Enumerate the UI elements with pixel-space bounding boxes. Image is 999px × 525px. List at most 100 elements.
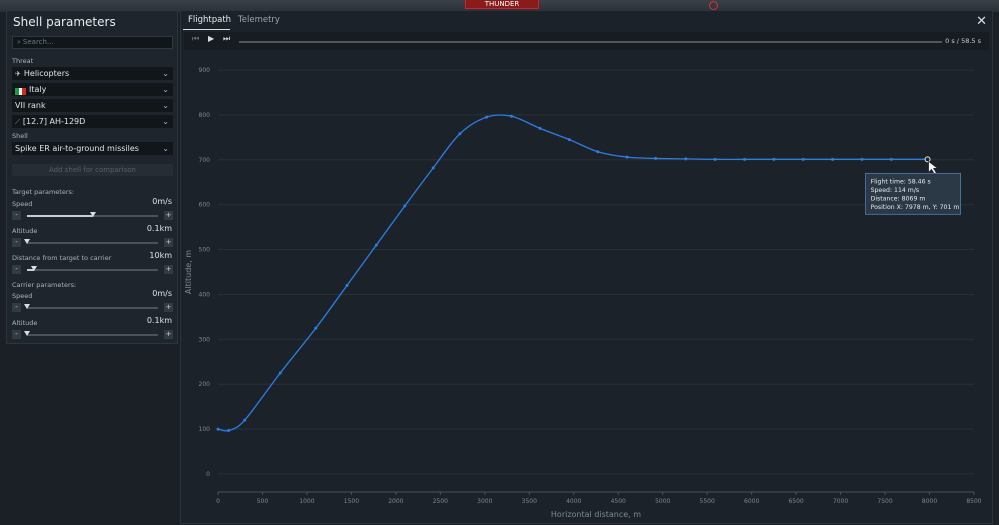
- search-input[interactable]: ⌕ Search...: [12, 36, 173, 49]
- trajectory-point: [684, 157, 688, 161]
- decrease-button[interactable]: -: [12, 211, 21, 220]
- slider-track[interactable]: [24, 304, 158, 309]
- trajectory-end-point: [924, 156, 931, 163]
- tooltip-line: Flight time: 58.46 s: [871, 178, 931, 185]
- y-tick-label: 600: [199, 202, 211, 209]
- search-icon: ⌕: [17, 38, 21, 46]
- y-tick-label: 400: [199, 291, 211, 298]
- distance-label: Distance from target to carrier: [12, 254, 112, 262]
- x-tick-label: 2000: [388, 498, 403, 505]
- x-tick-label: 8000: [922, 498, 937, 505]
- x-tick-label: 1500: [344, 498, 359, 505]
- chevron-down-icon: ⌄: [162, 101, 169, 110]
- slider-thumb[interactable]: [24, 304, 30, 309]
- vehicle-select[interactable]: ⟋ [12.7] AH-129D ⌄: [12, 115, 173, 128]
- trajectory-point: [278, 371, 282, 375]
- x-tick-label: 6000: [744, 498, 759, 505]
- active-tab-indicator: [183, 29, 230, 30]
- helicopter-icon: ✈: [15, 70, 21, 78]
- power-icon[interactable]: [709, 1, 718, 10]
- decrease-button[interactable]: -: [12, 330, 21, 339]
- flightpath-chart: 0 100 200 300 400 500 600 700 800 900 0 500 1000 1500…: [184, 67, 982, 519]
- trajectory-point: [713, 157, 717, 161]
- trajectory-point: [485, 115, 489, 119]
- decrease-button[interactable]: -: [12, 265, 21, 274]
- tab-flightpath[interactable]: Flightpath: [188, 15, 231, 25]
- x-tick-label: 0: [216, 498, 220, 505]
- increase-button[interactable]: +: [164, 303, 173, 312]
- add-shell-button[interactable]: Add shell for comparison: [12, 164, 173, 176]
- trajectory-point: [403, 204, 407, 208]
- target-speed-slider[interactable]: - +: [12, 211, 173, 221]
- slider-thumb[interactable]: [24, 239, 30, 244]
- threat-type-select[interactable]: ✈ Helicopters ⌄: [12, 67, 173, 80]
- target-altitude-value: 0.1km: [146, 224, 172, 233]
- mouse-cursor-icon: [928, 160, 939, 175]
- shell-select[interactable]: Spike ER air-to-ground missiles ⌄: [12, 142, 173, 155]
- slider-thumb[interactable]: [30, 266, 37, 271]
- trajectory-point: [860, 157, 864, 161]
- trajectory-line: [217, 114, 928, 432]
- threat-type-value: Helicopters: [23, 69, 70, 78]
- trajectory-point: [625, 155, 629, 159]
- increase-button[interactable]: +: [164, 238, 173, 247]
- tab-telemetry[interactable]: Telemetry: [238, 15, 280, 25]
- trajectory-point: [227, 428, 231, 432]
- country-select[interactable]: Italy ⌄: [12, 83, 173, 96]
- slider-thumb[interactable]: [89, 212, 96, 217]
- carrier-speed-slider[interactable]: - +: [12, 303, 173, 313]
- increase-button[interactable]: +: [164, 211, 173, 220]
- y-tick-label: 900: [199, 67, 211, 74]
- slider-track[interactable]: [27, 266, 158, 271]
- decrease-button[interactable]: -: [12, 303, 21, 312]
- carrier-speed-label: Speed: [12, 292, 33, 300]
- y-tick-label: 500: [199, 247, 211, 254]
- timeline-scrubber[interactable]: [239, 41, 942, 43]
- x-tick-label: 6500: [788, 498, 803, 505]
- trajectory-point: [243, 418, 247, 422]
- skip-back-icon[interactable]: ⏮: [192, 34, 199, 44]
- carrier-altitude-value: 0.1km: [146, 316, 172, 325]
- close-icon[interactable]: ✕: [976, 14, 987, 29]
- x-tick-label: 3000: [477, 498, 492, 505]
- trajectory-point: [831, 157, 835, 161]
- decrease-button[interactable]: -: [12, 238, 21, 247]
- rank-select[interactable]: VII rank ⌄: [12, 99, 173, 112]
- panel-title: Shell parameters: [13, 15, 116, 29]
- tab-bar: Flightpath Telemetry ✕: [181, 11, 992, 30]
- trajectory-point: [216, 427, 220, 431]
- play-icon[interactable]: ▶: [208, 34, 214, 43]
- flightpath-panel: Flightpath Telemetry ✕ ⏮ ▶ ⏭ 0 s / 58.5 …: [180, 10, 993, 524]
- increase-button[interactable]: +: [164, 330, 173, 339]
- trajectory-point: [510, 114, 514, 118]
- trajectory-point: [345, 283, 349, 287]
- slider-thumb[interactable]: [24, 331, 30, 336]
- target-altitude-slider[interactable]: - +: [12, 238, 173, 248]
- skip-forward-icon[interactable]: ⏭: [223, 34, 230, 44]
- y-tick-label: 100: [199, 426, 211, 433]
- tooltip-line: Distance: 8069 m: [871, 195, 926, 202]
- search-placeholder: Search...: [22, 38, 54, 46]
- carrier-params-label: Carrier parameters:: [12, 281, 77, 289]
- target-speed-label: Speed: [12, 200, 33, 208]
- increase-button[interactable]: +: [164, 265, 173, 274]
- carrier-altitude-slider[interactable]: - +: [12, 330, 173, 340]
- vehicle-value: [12.7] AH-129D: [22, 117, 86, 126]
- slider-track[interactable]: [24, 239, 158, 244]
- tooltip-line: Speed: 114 m/s: [871, 187, 920, 194]
- distance-value: 10km: [149, 251, 172, 260]
- x-tick-label: 1000: [299, 498, 314, 505]
- x-tick-label: 4500: [611, 498, 626, 505]
- slider-fill: [27, 215, 93, 217]
- carrier-altitude-label: Altitude: [12, 319, 38, 327]
- x-tick-label: 4000: [566, 498, 581, 505]
- chevron-down-icon: ⌄: [162, 144, 169, 153]
- chevron-down-icon: ⌄: [162, 85, 169, 94]
- slider-track[interactable]: [27, 212, 158, 217]
- distance-slider[interactable]: - +: [12, 265, 173, 275]
- italy-flag-icon: [15, 86, 26, 95]
- trajectory-point: [538, 126, 542, 130]
- shell-parameters-panel: Shell parameters ⌕ Search... Threat ✈ Heli…: [6, 10, 178, 344]
- trajectory-point: [743, 157, 747, 161]
- slider-track[interactable]: [24, 331, 158, 336]
